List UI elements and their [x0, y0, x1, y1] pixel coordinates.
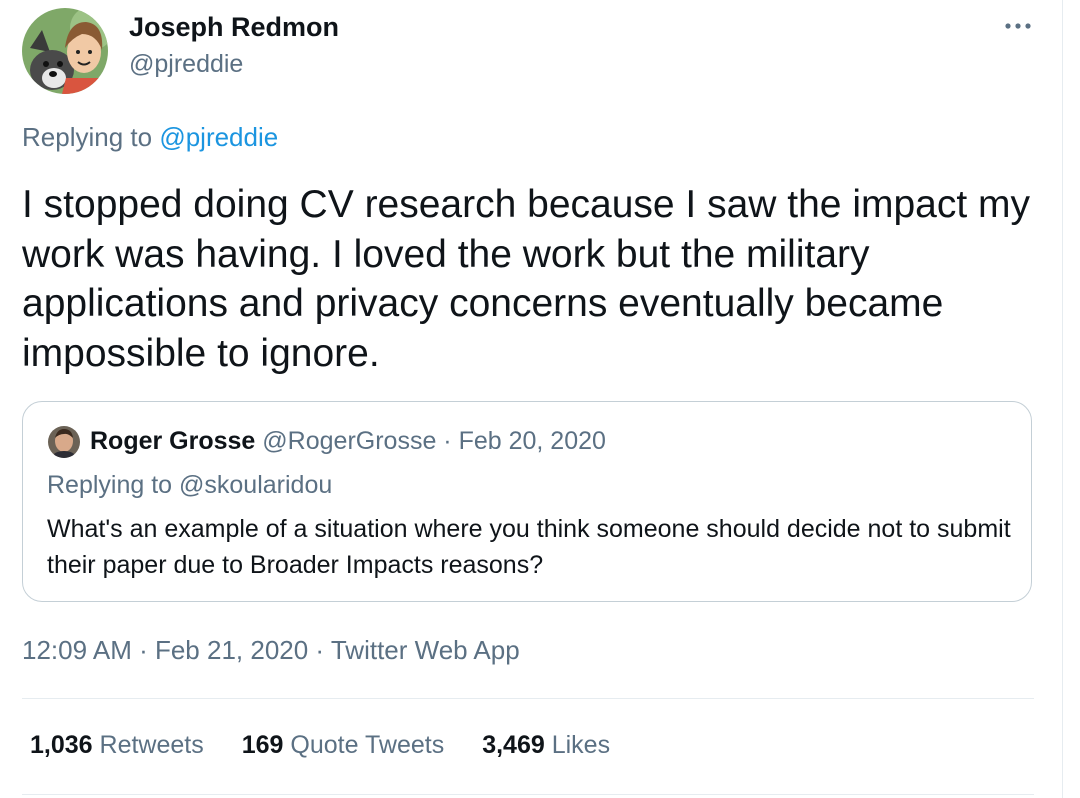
more-horizontal-icon	[1005, 23, 1031, 29]
quoted-author-name[interactable]: Roger Grosse	[90, 427, 255, 455]
author-name[interactable]: Joseph Redmon	[129, 12, 339, 43]
author-avatar[interactable]	[22, 8, 108, 94]
tweet-meta: 12:09 AM · Feb 21, 2020 · Twitter Web Ap…	[22, 635, 520, 666]
tweet-date[interactable]: Feb 21, 2020	[155, 635, 308, 665]
quoted-separator: ·	[436, 427, 459, 455]
column-border	[1062, 0, 1063, 798]
quoted-reply-context: Replying to @skoularidou	[47, 471, 333, 499]
quote-tweets-stat[interactable]: 169 Quote Tweets	[242, 731, 444, 760]
quoted-tweet-text: What's an example of a situation where y…	[47, 515, 1011, 579]
quoted-author-avatar[interactable]	[48, 426, 80, 458]
quote-tweets-count: 169	[241, 731, 284, 759]
meta-separator: ·	[131, 635, 155, 665]
reply-context: Replying to @pjreddie	[22, 122, 278, 153]
engagement-stats: 1,036 Retweets 169 Quote Tweets 3,469 Li…	[30, 731, 648, 760]
quoted-tweet-header: Roger Grosse @RogerGrosse · Feb 20, 2020	[90, 427, 606, 456]
meta-separator: ·	[308, 635, 331, 665]
retweets-count: 1,036	[30, 731, 93, 759]
likes-count: 3,469	[482, 731, 545, 759]
divider	[22, 698, 1034, 699]
reply-mention-link[interactable]: @pjreddie	[159, 122, 278, 152]
likes-stat[interactable]: 3,469 Likes	[482, 731, 610, 760]
author-handle[interactable]: @pjreddie	[129, 50, 243, 79]
quote-tweets-label: Quote Tweets	[290, 731, 445, 759]
tweet-text: I stopped doing CV research because I sa…	[22, 183, 1031, 375]
retweets-label: Retweets	[99, 731, 204, 759]
more-options-button[interactable]	[1000, 8, 1036, 44]
quoted-tweet-card[interactable]: Roger Grosse @RogerGrosse · Feb 20, 2020…	[22, 401, 1032, 602]
reply-context-prefix: Replying to	[22, 122, 160, 152]
retweets-stat[interactable]: 1,036 Retweets	[30, 731, 204, 760]
quoted-date[interactable]: Feb 20, 2020	[459, 427, 606, 455]
quoted-author-handle[interactable]: @RogerGrosse	[262, 427, 436, 455]
divider	[22, 794, 1034, 795]
tweet-source[interactable]: Twitter Web App	[331, 635, 520, 665]
tweet-time[interactable]: 12:09 AM	[22, 635, 132, 665]
likes-label: Likes	[551, 731, 611, 759]
